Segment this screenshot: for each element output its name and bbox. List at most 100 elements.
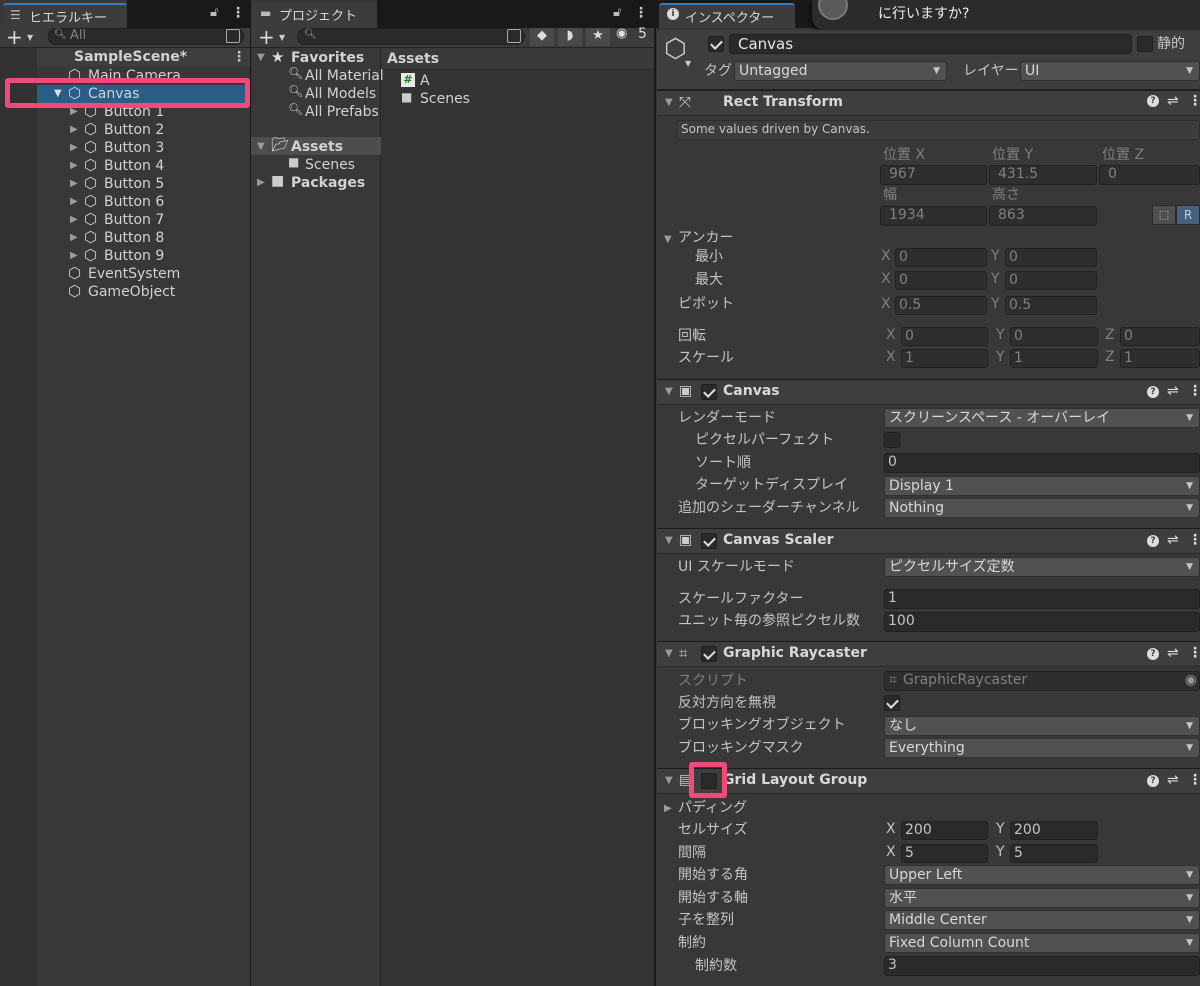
pixel-perfect-checkbox[interactable] xyxy=(884,432,900,448)
start-axis-dropdown[interactable]: 水平 xyxy=(884,888,1200,908)
expand-arrow[interactable]: ▶ xyxy=(70,142,78,153)
pivot-y[interactable]: 0.5 xyxy=(1005,296,1097,315)
cell-size-y[interactable]: 200 xyxy=(1010,821,1098,840)
component-menu-icon[interactable]: ⋮ xyxy=(1188,532,1200,548)
help-icon[interactable]: ? xyxy=(1147,386,1159,398)
favorite-star-icon[interactable]: ★ xyxy=(586,28,610,46)
rotation-z[interactable]: 0 xyxy=(1120,327,1200,346)
preset-sliders-icon[interactable]: ⇌ xyxy=(1167,383,1179,399)
rotation-x[interactable]: 0 xyxy=(901,327,988,346)
assets-expand-arrow[interactable]: ▼ xyxy=(257,141,265,152)
rect-transform-header[interactable]: ▼ ⤧ Rect Transform ? ⇌ ⋮ xyxy=(657,90,1200,116)
notification-popup[interactable]: に行いますか? xyxy=(812,0,1200,30)
static-checkbox[interactable] xyxy=(1137,36,1153,52)
more-menu-icon[interactable]: ⋮ xyxy=(231,5,245,21)
canvas-scaler-enabled-checkbox[interactable] xyxy=(701,533,717,549)
raw-edit-button[interactable]: R xyxy=(1176,205,1200,225)
target-display-dropdown[interactable]: Display 1 xyxy=(884,476,1200,496)
hierarchy-search-input[interactable]: 🔍︎ All xyxy=(48,28,244,45)
tree-all-prefabs[interactable]: All Prefabs xyxy=(305,103,379,121)
help-icon[interactable]: ? xyxy=(1147,775,1159,787)
expand-arrow[interactable]: ▶ xyxy=(70,178,78,189)
component-menu-icon[interactable]: ⋮ xyxy=(1188,93,1200,109)
project-add-icon[interactable]: + xyxy=(258,25,275,49)
script-field[interactable]: ⌗ GraphicRaycaster ◉ xyxy=(884,671,1200,691)
canvas-scaler-header[interactable]: ▼ ▣ Canvas Scaler ? ⇌ ⋮ xyxy=(657,528,1200,554)
constraint-count-field[interactable]: 3 xyxy=(884,956,1200,976)
ui-scale-mode-dropdown[interactable]: ピクセルサイズ定数 xyxy=(884,557,1200,577)
filter-type-icon[interactable]: ◆ xyxy=(530,28,554,46)
padding-expand-arrow[interactable]: ▶ xyxy=(664,803,672,814)
inspector-tab[interactable]: i インスペクター xyxy=(659,3,795,28)
project-add-dropdown-icon[interactable]: ▼ xyxy=(279,33,285,42)
constraint-dropdown[interactable]: Fixed Column Count xyxy=(884,933,1200,953)
search-options-icon[interactable] xyxy=(226,29,240,43)
cell-size-x[interactable]: 200 xyxy=(901,821,988,840)
tree-packages[interactable]: Packages xyxy=(291,174,365,192)
asset-scenes[interactable]: Scenes xyxy=(420,90,470,108)
blocking-objects-dropdown[interactable]: なし xyxy=(884,716,1200,736)
anchor-min-x[interactable]: 0 xyxy=(895,248,987,267)
project-lock-icon[interactable]: 🔓︎ xyxy=(613,5,621,20)
expand-arrow[interactable]: ▶ xyxy=(70,232,78,243)
pivot-x[interactable]: 0.5 xyxy=(895,296,987,315)
reference-ppu-field[interactable]: 100 xyxy=(884,612,1200,632)
assets-breadcrumb[interactable]: Assets xyxy=(387,50,439,68)
help-icon[interactable]: ? xyxy=(1147,95,1159,107)
scale-factor-field[interactable]: 1 xyxy=(884,589,1200,609)
spacing-y[interactable]: 5 xyxy=(1010,844,1098,863)
tree-all-material[interactable]: All Material xyxy=(305,67,384,85)
shader-channels-dropdown[interactable]: Nothing xyxy=(884,498,1200,518)
grid-layout-header[interactable]: ▼ ▤ Grid Layout Group ? ⇌ ⋮ xyxy=(657,768,1200,794)
component-menu-icon[interactable]: ⋮ xyxy=(1188,383,1200,399)
object-active-checkbox[interactable] xyxy=(708,36,724,52)
anchor-max-y[interactable]: 0 xyxy=(1005,271,1097,290)
project-search-options-icon[interactable] xyxy=(507,29,521,43)
blueprint-mode-button[interactable]: ⬚ xyxy=(1152,205,1176,225)
ignore-reversed-checkbox[interactable] xyxy=(884,695,900,711)
icon-dropdown-icon[interactable]: ▼ xyxy=(685,59,691,68)
scene-menu-icon[interactable]: ⋮ xyxy=(232,49,246,65)
canvas-enabled-checkbox[interactable] xyxy=(701,384,717,400)
start-corner-dropdown[interactable]: Upper Left xyxy=(884,865,1200,885)
component-menu-icon[interactable]: ⋮ xyxy=(1188,645,1200,661)
help-icon[interactable]: ? xyxy=(1147,648,1159,660)
project-search-input[interactable]: 🔍︎ xyxy=(297,28,525,45)
component-expand-arrow[interactable]: ▼ xyxy=(665,775,673,786)
object-picker-icon[interactable]: ◉ xyxy=(1185,672,1197,688)
scale-z[interactable]: 1 xyxy=(1120,349,1200,368)
canvas-component-header[interactable]: ▼ ▣ Canvas ? ⇌ ⋮ xyxy=(657,379,1200,405)
component-expand-arrow[interactable]: ▼ xyxy=(665,386,673,397)
expand-arrow[interactable]: ▶ xyxy=(70,214,78,225)
scale-x[interactable]: 1 xyxy=(901,349,988,368)
filter-label-icon[interactable]: ◗ xyxy=(558,28,582,46)
tag-dropdown[interactable]: Untagged xyxy=(734,61,947,81)
spacing-x[interactable]: 5 xyxy=(901,844,988,863)
anchor-max-x[interactable]: 0 xyxy=(895,271,987,290)
expand-arrow[interactable]: ▶ xyxy=(70,160,78,171)
add-dropdown-icon[interactable]: ▼ xyxy=(27,33,33,42)
component-menu-icon[interactable]: ⋮ xyxy=(1188,772,1200,788)
rotation-y[interactable]: 0 xyxy=(1010,327,1098,346)
asset-a[interactable]: A xyxy=(420,72,430,90)
component-expand-arrow[interactable]: ▼ xyxy=(665,97,673,108)
expand-arrow[interactable]: ▶ xyxy=(70,124,78,135)
lock-icon[interactable]: 🔓︎ xyxy=(210,5,218,20)
sort-order-field[interactable]: 0 xyxy=(884,453,1200,473)
scale-y[interactable]: 1 xyxy=(1010,349,1098,368)
expand-arrow[interactable]: ▶ xyxy=(70,196,78,207)
packages-expand-arrow[interactable]: ▶ xyxy=(257,177,265,188)
graphic-raycaster-header[interactable]: ▼ ⌗ Graphic Raycaster ? ⇌ ⋮ xyxy=(657,641,1200,667)
preset-sliders-icon[interactable]: ⇌ xyxy=(1167,645,1179,661)
layer-dropdown[interactable]: UI xyxy=(1020,61,1200,81)
anchor-expand-arrow[interactable]: ▼ xyxy=(664,234,672,245)
favorites-expand-arrow[interactable]: ▼ xyxy=(257,52,265,63)
component-expand-arrow[interactable]: ▼ xyxy=(665,648,673,659)
preset-sliders-icon[interactable]: ⇌ xyxy=(1167,532,1179,548)
child-alignment-dropdown[interactable]: Middle Center xyxy=(884,910,1200,930)
preset-sliders-icon[interactable]: ⇌ xyxy=(1167,772,1179,788)
tree-scenes[interactable]: Scenes xyxy=(305,156,355,174)
help-icon[interactable]: ? xyxy=(1147,535,1159,547)
project-menu-icon[interactable]: ⋮ xyxy=(634,5,648,21)
component-expand-arrow[interactable]: ▼ xyxy=(665,535,673,546)
